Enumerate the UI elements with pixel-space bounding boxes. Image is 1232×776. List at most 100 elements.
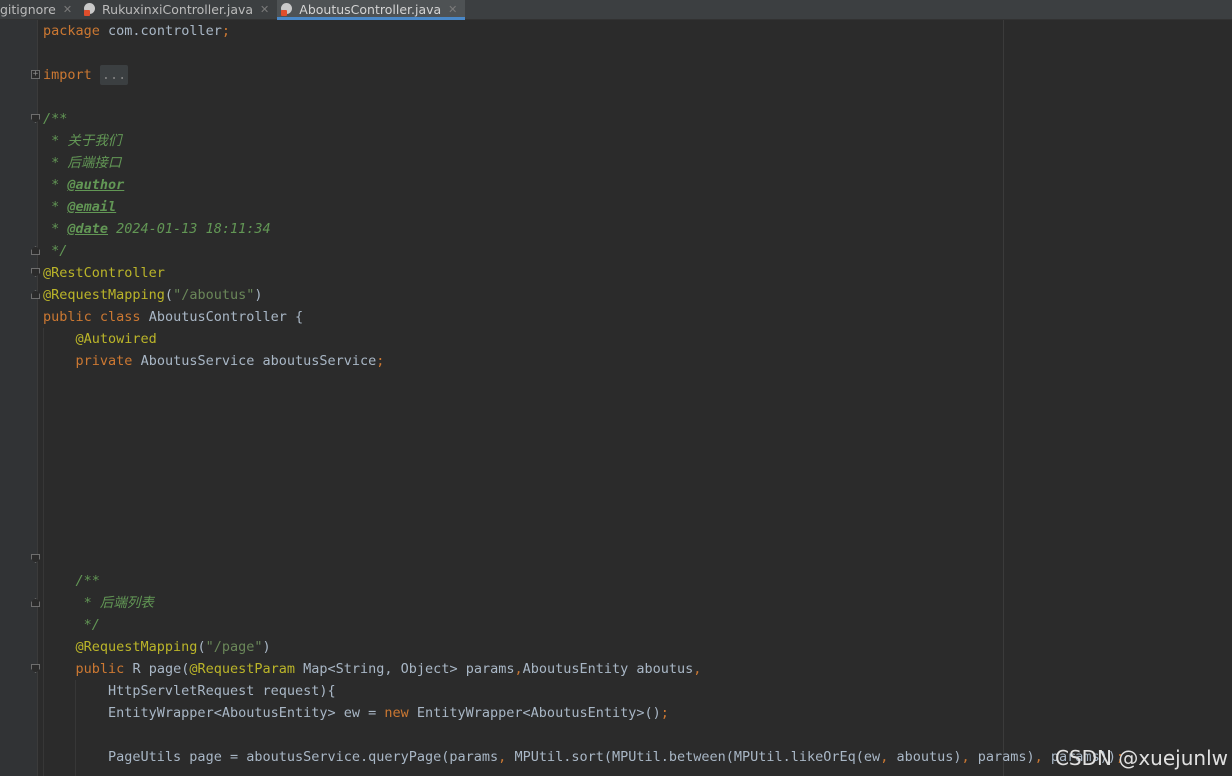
keyword: import [43, 67, 92, 83]
code-line: * 关于我们 [43, 130, 1124, 152]
doc-comment: /** [75, 573, 100, 589]
code-line: @RequestMapping("/aboutus") [43, 287, 263, 303]
statement: EntityWrapper<AboutusEntity>() [408, 705, 661, 721]
method-signature: Map<String, Object> params [295, 661, 515, 677]
string-literal: "/page" [205, 639, 263, 655]
tab-label: .gitignore [0, 2, 56, 17]
keyword: public [43, 309, 92, 325]
string-literal: "/aboutus" [173, 287, 255, 303]
method-signature: R page( [132, 661, 190, 677]
doc-comment: * [43, 177, 68, 193]
code-line: public class AboutusController { [43, 306, 1124, 328]
code-line: * @email [43, 196, 1124, 218]
tab-gitignore[interactable]: .gitignore ✕ [0, 0, 80, 19]
watermark: CSDN @xuejunlw [1054, 746, 1228, 770]
doc-comment: */ [43, 243, 68, 259]
code-line: @RequestMapping("/page") [75, 639, 271, 655]
tab-aboutus-controller[interactable]: AboutusController.java ✕ [277, 0, 466, 20]
doc-comment: * 关于我们 [43, 133, 122, 149]
doc-comment: * 后端列表 [75, 595, 154, 611]
punct: ; [660, 705, 669, 721]
doc-comment: * [43, 221, 68, 237]
keyword: new [384, 705, 409, 721]
field-declaration: AboutusService aboutusService [140, 353, 377, 369]
doc-comment: * 后端接口 [43, 155, 122, 171]
gutter-divider [37, 20, 38, 776]
doc-tag: @email [67, 199, 117, 215]
code-line: * @date 2024-01-13 18:11:34 [43, 218, 1124, 240]
class-declaration: AboutusController { [148, 309, 304, 325]
folded-imports[interactable]: ... [99, 65, 129, 85]
editor-gutter[interactable] [0, 20, 37, 776]
code-line: HttpServletRequest request){ [43, 680, 1124, 702]
statement: EntityWrapper<AboutusEntity> ew = [108, 705, 385, 721]
close-icon[interactable]: ✕ [448, 3, 457, 16]
code-line: @Autowired [43, 328, 1124, 350]
doc-comment: /** [43, 111, 68, 127]
statement: PageUtils page = aboutusService.queryPag… [108, 749, 499, 765]
code-line: * @author [43, 174, 1124, 196]
tab-label: RukuxinxiController.java [102, 2, 254, 17]
punct: , [961, 749, 970, 765]
punct: ; [221, 23, 230, 39]
doc-tag: @date [67, 221, 109, 237]
close-icon[interactable]: ✕ [260, 3, 269, 16]
code-line: /** [43, 108, 1124, 130]
code-line: private AboutusService aboutusService; [43, 350, 1124, 372]
annotation: @RequestMapping [43, 287, 165, 303]
keyword: public [75, 661, 125, 677]
tab-rukuxinxi-controller[interactable]: RukuxinxiController.java ✕ [80, 0, 277, 19]
annotation: @RequestParam [189, 661, 296, 677]
doc-comment: * [43, 199, 68, 215]
code-line: * 后端列表 [43, 592, 1124, 614]
editor-tab-bar: .gitignore ✕ RukuxinxiController.java ✕ … [0, 0, 1232, 20]
code-line: @RestController [43, 262, 1124, 284]
method-signature: HttpServletRequest request){ [108, 683, 336, 699]
keyword: package [43, 23, 100, 39]
code-line: import ... [43, 64, 1124, 86]
annotation: @RequestMapping [75, 639, 198, 655]
doc-comment: 2024-01-13 18:11:34 [108, 221, 271, 237]
punct: , [693, 661, 702, 677]
code-line: EntityWrapper<AboutusEntity> ew = new En… [43, 702, 1124, 724]
code-line: package com.controller; [43, 20, 1124, 42]
doc-tag: @author [67, 177, 125, 193]
keyword: private [75, 353, 133, 369]
code-line: */ [43, 240, 1124, 262]
java-class-icon [84, 3, 96, 16]
code-line: /** [43, 570, 1124, 592]
code-line: */ [43, 614, 1124, 636]
fold-expand-icon[interactable]: + [31, 70, 40, 79]
statement: MPUtil.sort(MPUtil.between(MPUtil.likeOr… [506, 749, 881, 765]
code-line: public R page(@RequestParam Map<String, … [43, 658, 1124, 680]
annotation: @Autowired [75, 331, 157, 347]
method-signature: AboutusEntity aboutus [522, 661, 694, 677]
code-editor[interactable]: package com.controller; import ... /** *… [43, 20, 1124, 768]
code-line: PageUtils page = aboutusService.queryPag… [43, 746, 1124, 768]
code-line: * 后端接口 [43, 152, 1124, 174]
statement: params) [969, 749, 1035, 765]
punct: ; [376, 353, 385, 369]
punct: , [514, 661, 523, 677]
annotation: @RestController [43, 265, 165, 281]
punct: , [1034, 749, 1043, 765]
doc-comment: */ [75, 617, 100, 633]
package-name: com.controller [108, 23, 222, 39]
java-class-icon [281, 3, 293, 16]
keyword: class [99, 309, 141, 325]
tab-label: AboutusController.java [299, 2, 442, 17]
close-icon[interactable]: ✕ [63, 3, 72, 16]
statement: aboutus) [888, 749, 962, 765]
